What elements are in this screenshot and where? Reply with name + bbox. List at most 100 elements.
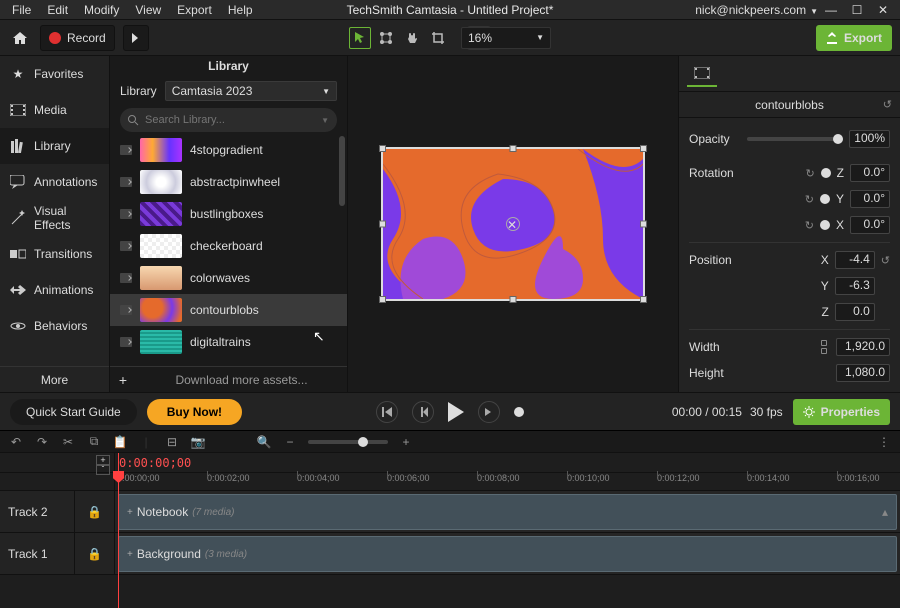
export-button[interactable]: Export	[816, 25, 892, 51]
play-button[interactable]	[448, 402, 464, 422]
timeline-ruler[interactable]: 0:00:00;00 0:00:02;00 0:00:04;00 0:00:06…	[115, 473, 900, 490]
reset-all-button[interactable]: ↺	[883, 98, 892, 111]
select-tool[interactable]	[349, 27, 371, 49]
library-item-bustlingboxes[interactable]: bustlingboxes	[110, 198, 347, 230]
menu-view[interactable]: View	[127, 1, 169, 19]
expand-icon[interactable]	[120, 209, 132, 219]
home-button[interactable]	[8, 26, 32, 50]
record-button[interactable]: Record	[40, 25, 115, 51]
canvas[interactable]: ✕	[348, 56, 678, 392]
record-options-button[interactable]	[123, 25, 149, 51]
track-2-label[interactable]: Track 2	[0, 491, 75, 532]
menu-export[interactable]: Export	[169, 1, 220, 19]
paste-button[interactable]: 📋	[112, 435, 128, 449]
playhead[interactable]	[118, 453, 119, 608]
library-search-input[interactable]	[145, 114, 315, 126]
rotation-x-reset[interactable]: ↻	[805, 219, 814, 232]
expand-icon[interactable]	[120, 305, 132, 315]
rotation-x-value[interactable]: 0.0°	[850, 216, 890, 234]
redo-button[interactable]: ↷	[34, 435, 50, 449]
library-scrollbar[interactable]	[339, 136, 345, 206]
height-value[interactable]: 1,080.0	[836, 364, 890, 382]
rotation-z-reset[interactable]: ↻	[805, 167, 814, 180]
position-z-value[interactable]: 0.0	[835, 303, 875, 321]
sidebar-item-library[interactable]: Library	[0, 128, 109, 164]
menu-file[interactable]: File	[4, 1, 39, 19]
track-2-content[interactable]: + Notebook (7 media) ▴	[115, 491, 900, 532]
sidebar-item-annotations[interactable]: Annotations	[0, 164, 109, 200]
width-value[interactable]: 1,920.0	[836, 338, 890, 356]
canvas-media-object[interactable]: ✕	[383, 149, 643, 299]
add-asset-button[interactable]: +	[110, 372, 136, 388]
pan-tool[interactable]	[375, 27, 397, 49]
copy-button[interactable]: ⧉	[86, 434, 102, 449]
expand-icon[interactable]	[120, 241, 132, 251]
library-dropdown[interactable]: Camtasia 2023▼	[165, 81, 337, 101]
opacity-slider[interactable]	[747, 137, 843, 141]
properties-toggle-button[interactable]: Properties	[793, 399, 890, 425]
library-search[interactable]: ▼	[120, 108, 337, 132]
prev-clip-button[interactable]	[376, 401, 398, 423]
minimize-button[interactable]: —	[818, 1, 844, 19]
timeline-zoom-slider[interactable]	[308, 440, 388, 444]
expand-icon[interactable]	[120, 273, 132, 283]
library-item-digitaltrains[interactable]: digitaltrains	[110, 326, 347, 358]
clip-expand-button[interactable]: +	[127, 507, 133, 518]
undo-button[interactable]: ↶	[8, 435, 24, 449]
position-y-value[interactable]: -6.3	[835, 277, 875, 295]
playhead-marker[interactable]	[514, 407, 524, 417]
timeline-menu-button[interactable]: ⋮	[876, 435, 892, 449]
resize-handle-mr[interactable]	[640, 221, 647, 228]
download-more-link[interactable]: Download more assets...	[136, 373, 347, 387]
rotation-y-reset[interactable]: ↻	[805, 193, 814, 206]
library-item-abstractpinwheel[interactable]: abstractpinwheel	[110, 166, 347, 198]
library-item-4stopgradient[interactable]: 4stopgradient	[110, 134, 347, 166]
clip-expand-button[interactable]: +	[127, 549, 133, 560]
expand-icon[interactable]	[120, 337, 132, 347]
position-x-value[interactable]: -4.4	[835, 251, 875, 269]
resize-handle-tl[interactable]	[379, 145, 386, 152]
step-forward-button[interactable]	[478, 401, 500, 423]
rotation-x-dial[interactable]	[820, 220, 830, 230]
sidebar-item-media[interactable]: Media	[0, 92, 109, 128]
sidebar-item-behaviors[interactable]: Behaviors	[0, 308, 109, 344]
more-categories-button[interactable]: More	[0, 366, 109, 392]
screenshot-button[interactable]: 📷	[190, 435, 206, 449]
sidebar-item-favorites[interactable]: ★Favorites	[0, 56, 109, 92]
rotation-y-value[interactable]: 0.0°	[850, 190, 890, 208]
library-item-colorwaves[interactable]: colorwaves	[110, 262, 347, 294]
sidebar-item-animations[interactable]: Animations	[0, 272, 109, 308]
opacity-value[interactable]: 100%	[849, 130, 890, 148]
zoom-dropdown[interactable]: 16%▼	[461, 27, 551, 49]
zoom-out-button[interactable]: −	[282, 435, 298, 449]
hand-tool[interactable]	[401, 27, 423, 49]
track-lock-icon[interactable]: 🔒	[87, 547, 103, 561]
crop-tool[interactable]	[427, 27, 449, 49]
step-back-button[interactable]	[412, 401, 434, 423]
resize-handle-tr[interactable]	[640, 145, 647, 152]
rotation-y-dial[interactable]	[820, 194, 830, 204]
resize-handle-bl[interactable]	[379, 296, 386, 303]
rotation-z-dial[interactable]	[821, 168, 831, 178]
maximize-button[interactable]: ☐	[844, 1, 870, 19]
resize-handle-ml[interactable]	[379, 221, 386, 228]
track-1-clip[interactable]: + Background (3 media)	[118, 536, 897, 572]
track-2-clip[interactable]: + Notebook (7 media) ▴	[118, 494, 897, 530]
link-dimensions-toggle[interactable]	[818, 340, 830, 354]
menu-edit[interactable]: Edit	[39, 1, 76, 19]
zoom-fit-button[interactable]: 🔍	[256, 435, 272, 449]
menu-modify[interactable]: Modify	[76, 1, 127, 19]
close-button[interactable]: ✕	[870, 1, 896, 19]
zoom-in-button[interactable]: +	[398, 435, 414, 449]
position-reset[interactable]: ↺	[881, 254, 890, 267]
resize-handle-br[interactable]	[640, 296, 647, 303]
buy-now-button[interactable]: Buy Now!	[147, 399, 242, 425]
split-button[interactable]: ⊟	[164, 435, 180, 449]
expand-icon[interactable]	[120, 145, 132, 155]
sidebar-item-transitions[interactable]: Transitions	[0, 236, 109, 272]
add-track-button[interactable]: +	[96, 455, 110, 465]
rotation-z-value[interactable]: 0.0°	[850, 164, 890, 182]
clip-collapse-icon[interactable]: ▴	[882, 505, 888, 519]
cut-button[interactable]: ✂	[60, 435, 76, 449]
pivot-point[interactable]: ✕	[506, 217, 520, 231]
